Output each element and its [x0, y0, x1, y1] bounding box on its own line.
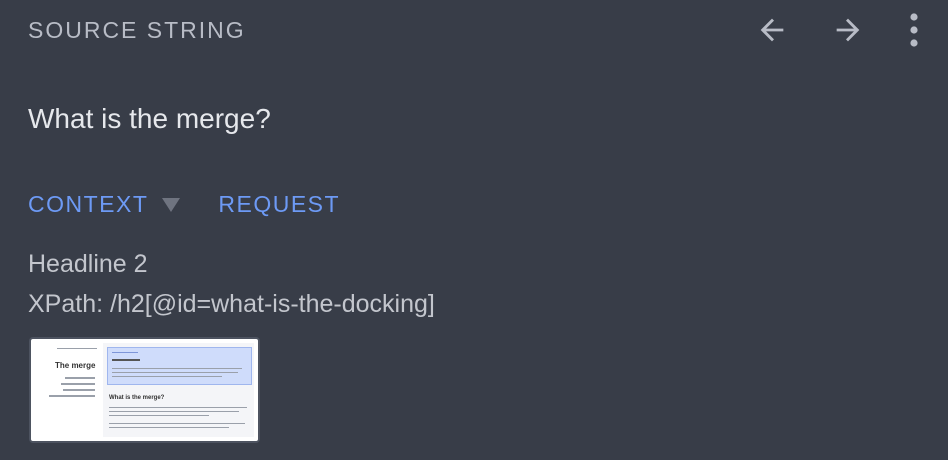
source-string-text: What is the merge? [28, 103, 271, 134]
screenshot-title: The merge [55, 361, 96, 370]
tab-request[interactable]: REQUEST [218, 191, 340, 218]
forward-button[interactable] [828, 10, 868, 50]
screenshot-preview: The merge What is the merge? [35, 343, 254, 437]
tab-bar: CONTEXT REQUEST [28, 191, 340, 218]
screenshot-sidebar: The merge [35, 343, 103, 437]
screenshot-highlight [107, 347, 252, 385]
context-screenshot-thumbnail[interactable]: The merge What is the merge? [29, 337, 260, 443]
caret-down-icon[interactable] [162, 197, 181, 212]
xpath-value: XPath: /h2[@id=what-is-the-docking] [28, 290, 435, 318]
element-type: Headline 2 [28, 250, 148, 278]
tab-context[interactable]: CONTEXT [28, 191, 148, 218]
source-string-header: SOURCE STRING [28, 17, 246, 43]
context-details: Headline 2 XPath: /h2[@id=what-is-the-do… [28, 244, 435, 324]
arrow-back-icon [760, 18, 784, 42]
more-options-button[interactable] [904, 10, 924, 50]
more-vert-icon [910, 13, 918, 47]
arrow-forward-icon [836, 18, 860, 42]
back-button[interactable] [752, 10, 792, 50]
screenshot-heading: What is the merge? [109, 395, 165, 401]
toolbar [752, 10, 924, 50]
